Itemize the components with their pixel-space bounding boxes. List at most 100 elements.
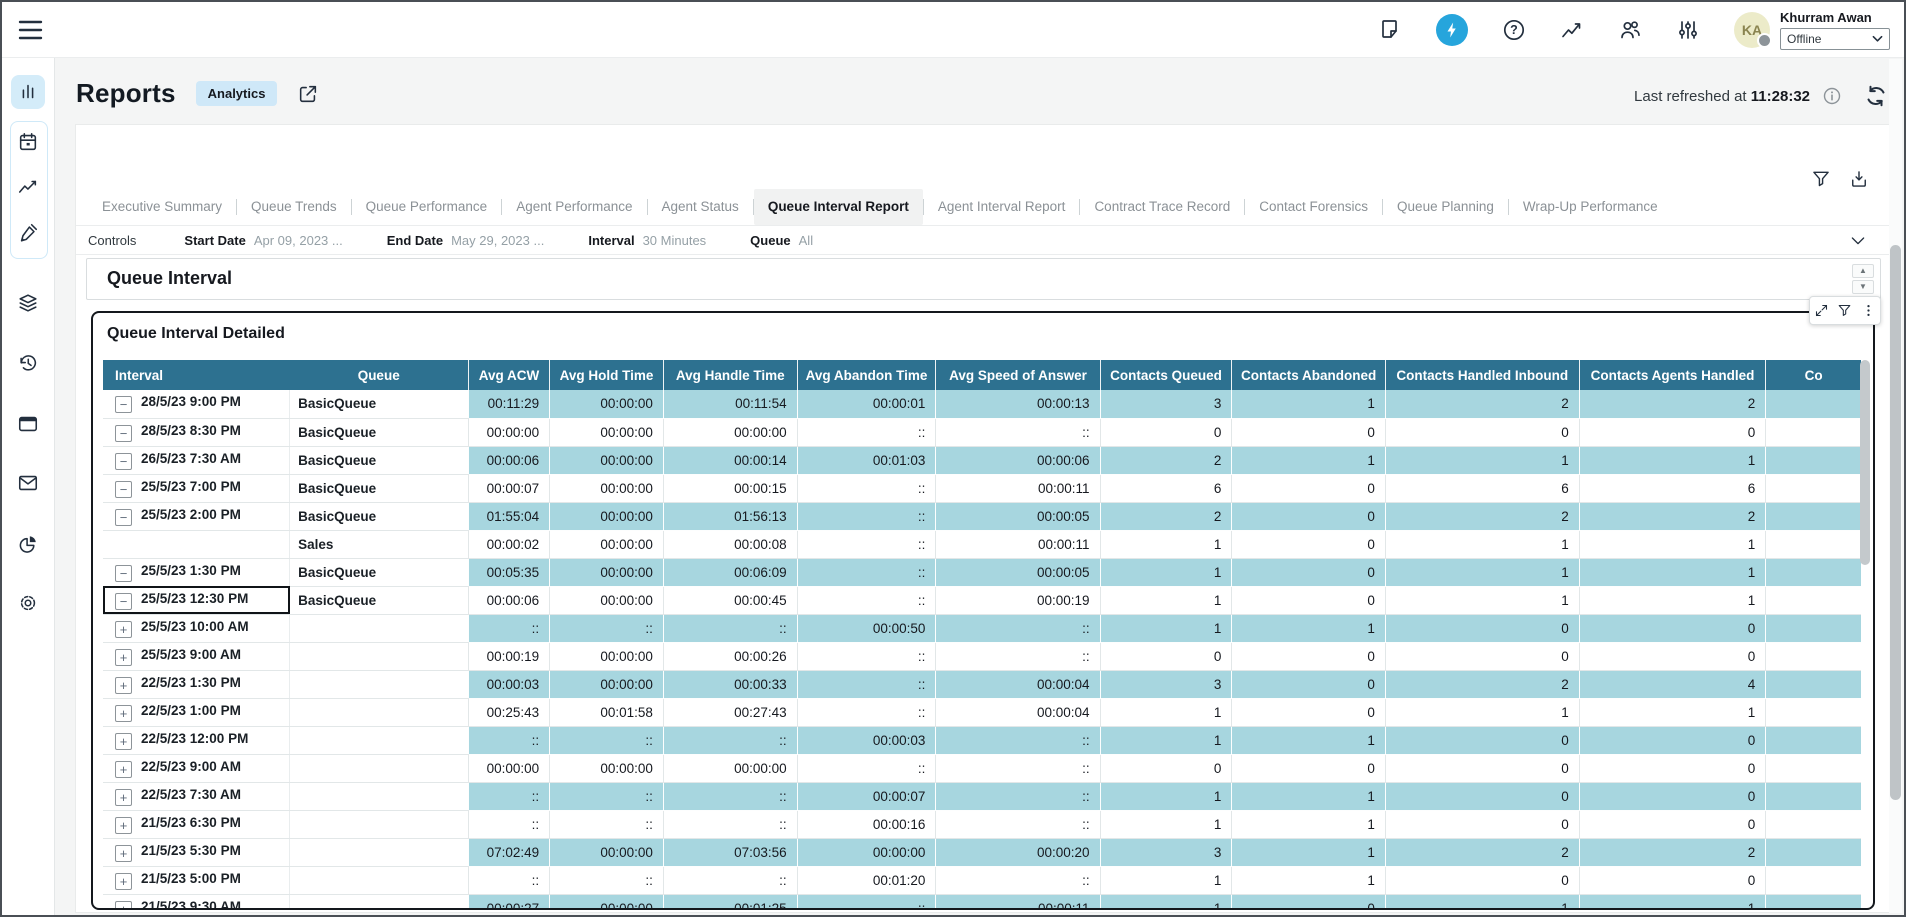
filter-start-date[interactable]: Start DateApr 09, 2023 ... xyxy=(184,233,342,248)
tab-queue-planning[interactable]: Queue Planning xyxy=(1383,189,1508,225)
sidebar-item-trends[interactable] xyxy=(11,170,45,204)
column-header-contacts-handled-inbound[interactable]: Contacts Handled Inbound xyxy=(1385,360,1579,390)
sidebar-item-history[interactable] xyxy=(11,346,45,380)
expand-row-icon[interactable]: + xyxy=(115,705,132,722)
cell-interval[interactable]: +21/5/23 5:00 PM xyxy=(103,866,290,894)
filter-end-date[interactable]: End DateMay 29, 2023 ... xyxy=(387,233,545,248)
widget-kebab-menu-icon[interactable] xyxy=(1861,303,1876,318)
cell-interval[interactable]: +21/5/23 5:30 PM xyxy=(103,838,290,866)
spinner-up-button[interactable]: ▲ xyxy=(1852,264,1874,278)
column-header-avg-hold-time[interactable]: Avg Hold Time xyxy=(550,360,664,390)
expand-row-icon[interactable]: + xyxy=(115,649,132,666)
tab-agent-status[interactable]: Agent Status xyxy=(648,189,753,225)
cell-interval[interactable]: +21/5/23 9:30 AM xyxy=(103,894,290,908)
expand-row-icon[interactable]: + xyxy=(115,817,132,834)
hamburger-menu-icon[interactable] xyxy=(18,18,44,42)
cell-interval[interactable]: −25/5/23 2:00 PM xyxy=(103,502,290,530)
expand-row-icon[interactable]: + xyxy=(115,677,132,694)
sidebar-item-design[interactable] xyxy=(11,216,45,250)
cell-interval[interactable]: −28/5/23 8:30 PM xyxy=(103,418,290,446)
sidebar-item-settings[interactable] xyxy=(11,586,45,620)
sidebar-item-reports[interactable] xyxy=(11,75,45,109)
column-header-queue[interactable]: Queue xyxy=(290,360,469,390)
tab-wrap-up-performance[interactable]: Wrap-Up Performance xyxy=(1509,189,1672,225)
collapse-row-icon[interactable]: − xyxy=(115,509,132,526)
cell-interval[interactable]: +25/5/23 10:00 AM xyxy=(103,614,290,642)
download-icon[interactable] xyxy=(1849,169,1869,189)
expand-row-icon[interactable]: + xyxy=(115,761,132,778)
table-scrollbar-thumb[interactable] xyxy=(1860,360,1870,565)
collapse-row-icon[interactable]: − xyxy=(115,481,132,498)
cell-contacts-agents-handled: 1 xyxy=(1579,586,1766,614)
expand-row-icon[interactable]: + xyxy=(115,901,132,909)
expand-row-icon[interactable]: + xyxy=(115,873,132,890)
collapse-row-icon[interactable]: − xyxy=(115,453,132,470)
cell-interval[interactable]: −26/5/23 7:30 AM xyxy=(103,446,290,474)
controls-collapse-chevron-icon[interactable] xyxy=(1849,232,1867,250)
refresh-icon[interactable] xyxy=(1864,84,1888,108)
collapse-row-icon[interactable]: − xyxy=(115,593,132,610)
filter-queue[interactable]: QueueAll xyxy=(750,233,813,248)
table-vertical-scrollbar[interactable] xyxy=(1860,360,1870,904)
column-header-avg-handle-time[interactable]: Avg Handle Time xyxy=(663,360,797,390)
note-icon[interactable] xyxy=(1378,18,1402,42)
collapse-row-icon[interactable]: − xyxy=(115,396,132,413)
cell-interval[interactable]: +21/5/23 6:30 PM xyxy=(103,810,290,838)
filter-icon[interactable] xyxy=(1811,169,1831,189)
cell-interval[interactable]: −25/5/23 12:30 PM xyxy=(103,586,290,614)
widget-filter-icon[interactable] xyxy=(1837,303,1852,318)
settings-sliders-icon[interactable] xyxy=(1676,18,1700,42)
expand-row-icon[interactable]: + xyxy=(115,621,132,638)
collapse-row-icon[interactable]: − xyxy=(115,425,132,442)
status-select[interactable]: Offline xyxy=(1780,28,1890,50)
info-icon[interactable] xyxy=(1822,86,1842,106)
column-header-contacts-queued[interactable]: Contacts Queued xyxy=(1100,360,1232,390)
cell-interval[interactable]: +22/5/23 7:30 AM xyxy=(103,782,290,810)
column-header-avg-abandon-time[interactable]: Avg Abandon Time xyxy=(797,360,936,390)
metrics-chart-icon[interactable] xyxy=(1560,18,1584,42)
sidebar-item-layers[interactable] xyxy=(11,286,45,320)
cell-interval[interactable]: +22/5/23 1:30 PM xyxy=(103,670,290,698)
page-scrollbar[interactable] xyxy=(1889,59,1902,913)
expand-row-icon[interactable]: + xyxy=(115,789,132,806)
sidebar-item-analytics[interactable] xyxy=(11,527,45,561)
lightning-icon[interactable] xyxy=(1436,14,1468,46)
cell-contacts-handled-inbound: 1 xyxy=(1385,530,1579,558)
cell-interval[interactable]: +25/5/23 9:00 AM xyxy=(103,642,290,670)
tab-contact-forensics[interactable]: Contact Forensics xyxy=(1245,189,1382,225)
expand-row-icon[interactable]: + xyxy=(115,733,132,750)
cell-interval[interactable]: −28/5/23 9:00 PM xyxy=(103,390,290,418)
expand-widget-icon[interactable] xyxy=(1814,303,1829,318)
column-header-contacts-agents-handled[interactable]: Contacts Agents Handled xyxy=(1579,360,1766,390)
expand-row-icon[interactable]: + xyxy=(115,845,132,862)
column-header-co[interactable]: Co xyxy=(1766,360,1861,390)
column-header-avg-acw[interactable]: Avg ACW xyxy=(468,360,549,390)
cell-interval[interactable]: +22/5/23 12:00 PM xyxy=(103,726,290,754)
cell-interval[interactable]: −25/5/23 7:00 PM xyxy=(103,474,290,502)
users-icon[interactable] xyxy=(1618,18,1642,42)
cell-interval[interactable]: +22/5/23 9:00 AM xyxy=(103,754,290,782)
column-header-interval[interactable]: Interval xyxy=(103,360,290,390)
cell-interval[interactable] xyxy=(103,530,290,558)
avatar[interactable]: KA xyxy=(1734,12,1770,48)
page-scrollbar-thumb[interactable] xyxy=(1890,245,1901,800)
tab-agent-interval-report[interactable]: Agent Interval Report xyxy=(924,189,1080,225)
filter-interval[interactable]: Interval30 Minutes xyxy=(588,233,706,248)
column-header-contacts-abandoned[interactable]: Contacts Abandoned xyxy=(1232,360,1385,390)
sidebar-item-mail[interactable] xyxy=(11,466,45,500)
help-icon[interactable]: ? xyxy=(1502,18,1526,42)
external-link-icon[interactable] xyxy=(297,83,319,105)
spinner-down-button[interactable]: ▼ xyxy=(1852,280,1874,294)
sidebar-item-calendar[interactable] xyxy=(11,125,45,159)
cell-interval[interactable]: −25/5/23 1:30 PM xyxy=(103,558,290,586)
tab-queue-interval-report[interactable]: Queue Interval Report xyxy=(754,189,923,225)
column-header-avg-speed-of-answer[interactable]: Avg Speed of Answer xyxy=(936,360,1100,390)
tab-agent-performance[interactable]: Agent Performance xyxy=(502,189,646,225)
sidebar-item-window[interactable] xyxy=(11,407,45,441)
collapse-row-icon[interactable]: − xyxy=(115,565,132,582)
cell-interval[interactable]: +22/5/23 1:00 PM xyxy=(103,698,290,726)
tab-queue-performance[interactable]: Queue Performance xyxy=(352,189,502,225)
tab-contract-trace-record[interactable]: Contract Trace Record xyxy=(1080,189,1244,225)
tab-executive-summary[interactable]: Executive Summary xyxy=(88,189,236,225)
tab-queue-trends[interactable]: Queue Trends xyxy=(237,189,351,225)
